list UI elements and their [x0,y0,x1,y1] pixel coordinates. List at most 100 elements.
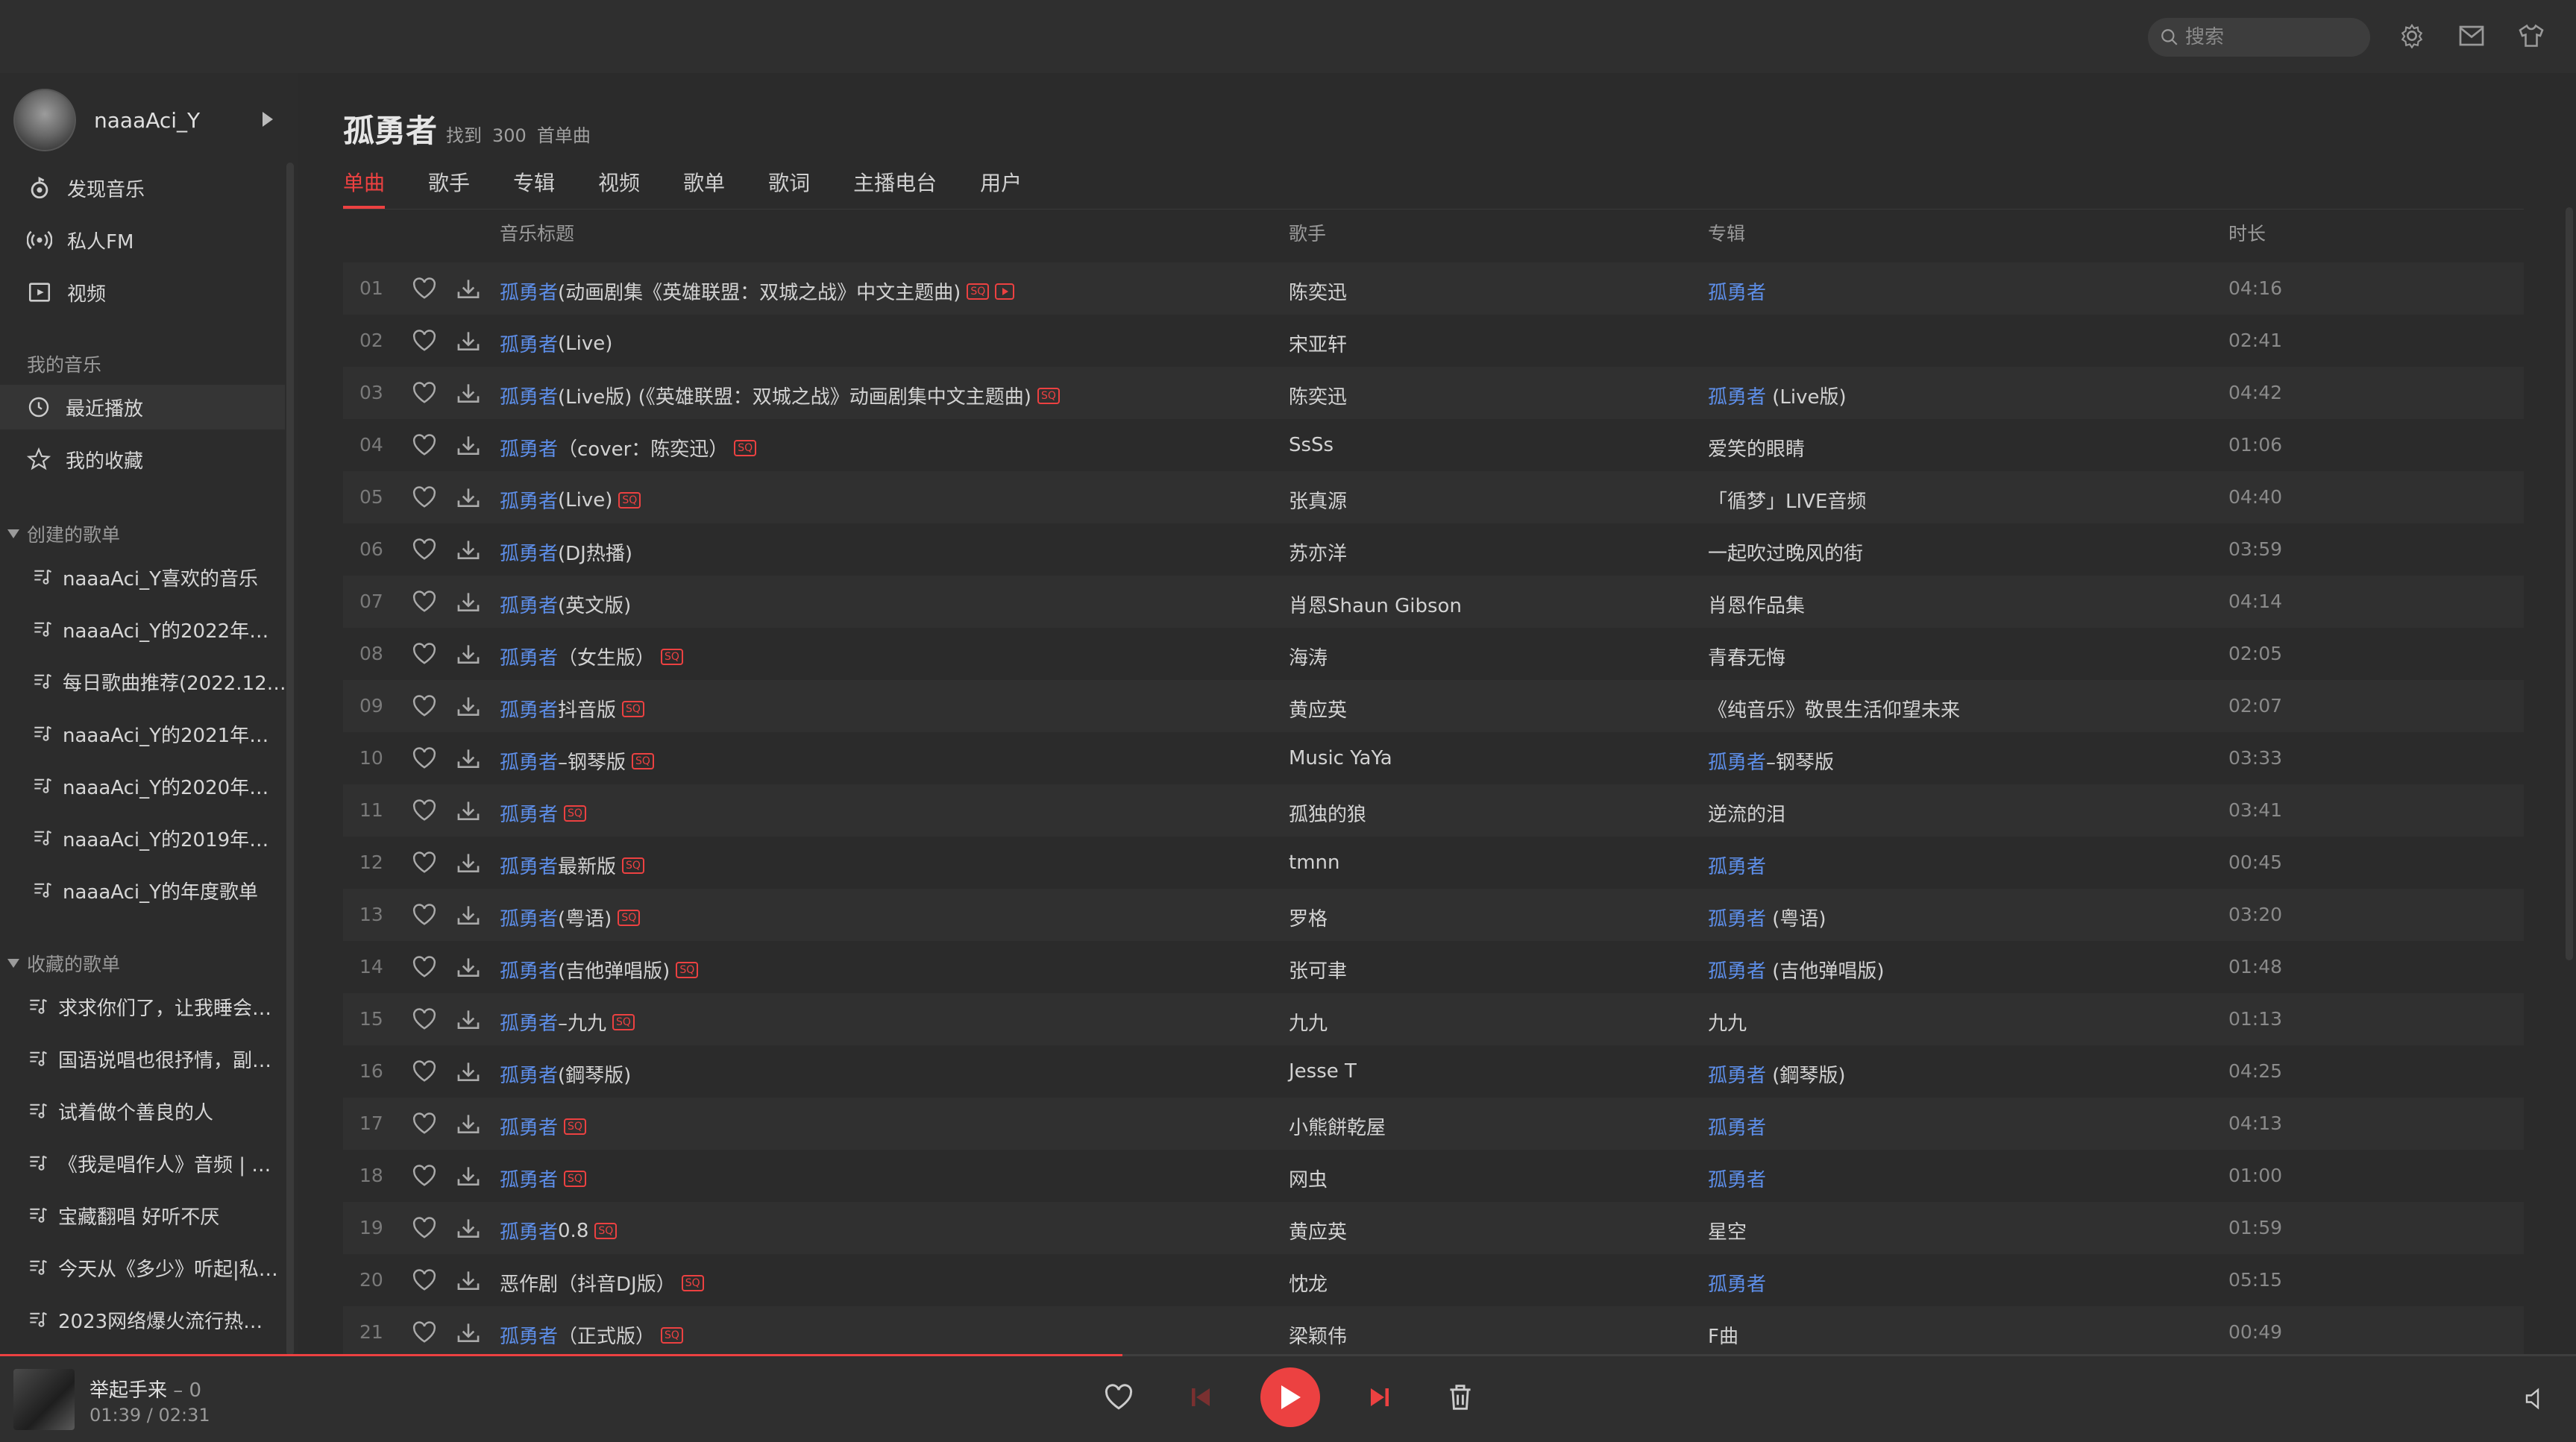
like-button[interactable] [412,1060,437,1088]
download-button[interactable] [456,956,480,983]
playlist-item[interactable]: 国语说唱也很抒情，副… [28,1036,282,1081]
download-button[interactable] [456,591,480,618]
download-button[interactable] [456,486,480,514]
like-button[interactable] [412,1165,437,1192]
like-button[interactable] [412,904,437,931]
song-title[interactable]: 孤勇者 (粤语) SQ [500,904,641,931]
column-header-artist[interactable]: 歌手 [1289,219,1326,246]
download-button[interactable] [456,382,480,409]
album-cover[interactable] [13,1369,75,1430]
song-artist[interactable]: 网虫 [1289,1165,1328,1192]
song-artist[interactable]: 忱龙 [1289,1269,1328,1297]
playlist-item[interactable]: naaaAci_Y的2022年度… [33,607,286,652]
song-artist[interactable]: 宋亚轩 [1289,330,1347,357]
table-row[interactable]: 17 孤勇者 SQ 小熊餅乾屋 孤勇者 04:13 [343,1098,2524,1150]
search-box[interactable] [2148,18,2370,57]
like-button[interactable] [412,695,437,722]
song-artist[interactable]: Music YaYa [1289,747,1392,769]
song-title[interactable]: 孤勇者 (DJ热播) [500,538,632,566]
sidebar-scrollbar[interactable] [286,163,294,1354]
like-button[interactable] [412,277,437,305]
like-button[interactable] [412,1321,437,1349]
table-row[interactable]: 02 孤勇者 (Live) 宋亚轩 02:41 [343,315,2524,367]
like-button[interactable] [412,382,437,409]
column-header-album[interactable]: 专辑 [1708,219,1745,246]
song-album[interactable]: 孤勇者 [1708,851,1766,879]
table-row[interactable]: 16 孤勇者 (鋼琴版) Jesse T 孤勇者 (鋼琴版) 04:25 [343,1045,2524,1098]
song-title[interactable]: 孤勇者 SQ [500,799,586,827]
song-album[interactable]: 肖恩作品集 [1708,591,1805,618]
tab-albums[interactable]: 专辑 [513,167,555,209]
download-button[interactable] [456,851,480,879]
table-row[interactable]: 15 孤勇者 –九九 SQ 九九 九九 01:13 [343,993,2524,1045]
download-button[interactable] [456,434,480,462]
table-row[interactable]: 10 孤勇者 –钢琴版 SQ Music YaYa 孤勇者–钢琴版 03:33 [343,732,2524,784]
song-title[interactable]: 孤勇者 （正式版） SQ [500,1321,683,1349]
table-row[interactable]: 04 孤勇者 （cover：陈奕迅） SQ SsSs 爱笑的眼睛 01:06 [343,419,2524,471]
tab-lyrics[interactable]: 歌词 [768,167,810,209]
table-row[interactable]: 19 孤勇者 0.8 SQ 黄应英 星空 01:59 [343,1202,2524,1254]
table-row[interactable]: 21 孤勇者 （正式版） SQ 梁颖伟 F曲 00:49 [343,1306,2524,1358]
song-artist[interactable]: 张可聿 [1289,956,1347,983]
tab-users[interactable]: 用户 [980,167,1022,209]
download-button[interactable] [456,277,480,305]
song-artist[interactable]: Jesse T [1289,1060,1357,1083]
download-button[interactable] [456,695,480,722]
song-album[interactable]: 「循梦」LIVE音频 [1708,486,1866,514]
song-album[interactable]: 孤勇者 [1708,1165,1766,1192]
search-input[interactable] [2184,25,2351,49]
song-artist[interactable]: 孤独的狼 [1289,799,1366,827]
song-title[interactable]: 孤勇者 0.8 SQ [500,1217,618,1244]
collected-playlists-toggle[interactable]: 收藏的歌单 [7,950,120,977]
download-button[interactable] [456,643,480,670]
song-title[interactable]: 孤勇者 SQ [500,1112,586,1140]
next-button[interactable] [1365,1382,1395,1412]
progress-fill[interactable] [0,1354,1122,1356]
song-artist[interactable]: 黄应英 [1289,1217,1347,1244]
playlist-item[interactable]: 每日歌曲推荐(2022.12.10) [33,659,286,704]
column-header-title[interactable]: 音乐标题 [500,219,574,246]
table-row[interactable]: 07 孤勇者 (英文版) 肖恩Shaun Gibson 肖恩作品集 04:14 [343,576,2524,628]
song-artist[interactable]: 黄应英 [1289,695,1347,722]
tab-videos[interactable]: 视频 [598,167,640,209]
download-button[interactable] [456,904,480,931]
playlist-item[interactable]: 试着做个善良的人 [28,1089,282,1133]
table-row[interactable]: 11 孤勇者 SQ 孤独的狼 逆流的泪 03:41 [343,784,2524,837]
song-title[interactable]: 孤勇者 (鋼琴版) [500,1060,631,1088]
like-button[interactable] [412,799,437,827]
song-title[interactable]: 孤勇者 –钢琴版 SQ [500,747,654,775]
song-artist[interactable]: SsSs [1289,434,1333,456]
like-button[interactable] [412,1217,437,1244]
play-button[interactable] [1260,1367,1320,1427]
download-button[interactable] [456,1008,480,1036]
sidebar-item-fm[interactable]: 私人FM [27,218,280,262]
settings-icon[interactable] [2397,21,2427,51]
song-title[interactable]: 孤勇者 最新版 SQ [500,851,644,879]
download-button[interactable] [456,1112,480,1140]
playlist-item[interactable]: naaaAci_Y的年度歌单 [33,868,286,913]
table-row[interactable]: 12 孤勇者 最新版 SQ tmnn 孤勇者 00:45 [343,837,2524,889]
user-profile[interactable]: naaaAci_Y [13,89,274,151]
table-row[interactable]: 20 恶作剧（抖音DJ版） SQ 忱龙 孤勇者 05:15 [343,1254,2524,1306]
download-button[interactable] [456,1060,480,1088]
username[interactable]: naaaAci_Y [94,108,200,133]
download-button[interactable] [456,1321,480,1349]
volume-button[interactable] [2521,1384,2551,1414]
like-button[interactable] [412,747,437,775]
playlist-item[interactable]: naaaAci_Y的2019年度… [33,816,286,860]
mail-icon[interactable] [2457,21,2487,51]
song-album[interactable]: 星空 [1708,1217,1747,1244]
song-title[interactable]: 孤勇者 –九九 SQ [500,1008,635,1036]
song-album[interactable]: 爱笑的眼睛 [1708,434,1805,462]
song-album[interactable]: 九九 [1708,1008,1747,1036]
table-row[interactable]: 01 孤勇者 (动画剧集《英雄联盟：双城之战》中文主题曲) SQ 陈奕迅 孤勇者 04:1… [343,262,2524,315]
song-artist[interactable]: tmnn [1289,851,1339,874]
playlist-item[interactable]: 求求你们了，让我睡会… [28,984,282,1029]
song-title[interactable]: 孤勇者 (Live版) (《英雄联盟：双城之战》动画剧集中文主题曲) SQ [500,382,1060,409]
song-album[interactable]: 一起吹过晚风的街 [1708,538,1863,566]
song-album[interactable]: 孤勇者 [1708,1112,1766,1140]
song-title[interactable]: 孤勇者 （cover：陈奕迅） SQ [500,434,757,462]
song-title[interactable]: 孤勇者 (Live) [500,330,612,357]
sidebar-item-favorites[interactable]: 我的收藏 [27,437,280,482]
playlist-item[interactable]: naaaAci_Y喜欢的音乐 [33,555,286,599]
